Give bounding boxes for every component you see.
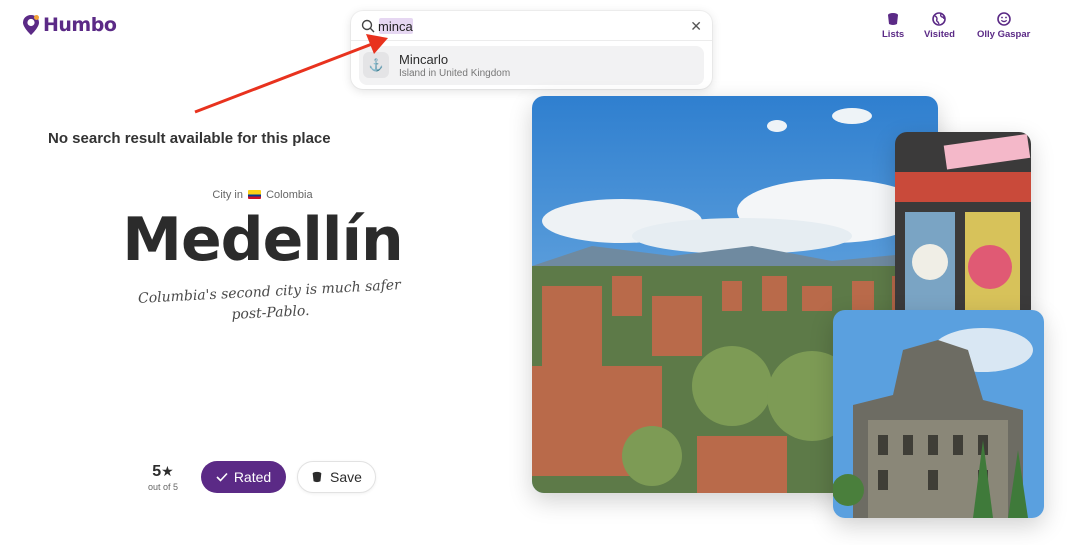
rating-summary: 5★ out of 5 — [144, 463, 182, 492]
nav-lists-label: Lists — [882, 29, 905, 40]
search-bar[interactable]: ✕ — [351, 11, 712, 41]
bucket-icon — [312, 471, 322, 483]
star-icon: ★ — [161, 463, 174, 479]
search-result-subtitle: Island in United Kingdom — [399, 68, 511, 79]
search-dropdown: ✕ ⚓ Mincarlo Island in United Kingdom — [351, 11, 712, 89]
nav-profile-label: Olly Gaspar — [977, 29, 1031, 40]
page-title: Medellín — [122, 205, 403, 275]
rating-value: 5 — [152, 463, 162, 480]
save-button-label: Save — [330, 469, 362, 485]
place-type-prefix: City in — [212, 189, 243, 201]
nav-visited[interactable]: Visited — [924, 12, 955, 40]
smiley-icon — [996, 12, 1011, 26]
anchor-icon: ⚓ — [363, 52, 389, 78]
colombia-flag-icon — [248, 190, 262, 199]
nav-lists[interactable]: Lists — [882, 12, 904, 40]
nav-visited-label: Visited — [924, 29, 955, 40]
bucket-icon — [888, 13, 899, 25]
close-icon[interactable]: ✕ — [690, 17, 702, 35]
place-tagline: Columbia's second city is much safer pos… — [137, 277, 402, 324]
check-icon — [216, 472, 228, 482]
no-result-message: No search result available for this plac… — [48, 130, 331, 147]
globe-icon — [932, 12, 947, 26]
search-result-title: Mincarlo — [399, 52, 449, 67]
place-type: City in Colombia — [140, 189, 385, 201]
nav-profile[interactable]: Olly Gaspar — [977, 12, 1030, 40]
brand-name: Humbo — [43, 14, 117, 36]
pin-icon — [23, 15, 39, 35]
search-input[interactable] — [378, 17, 678, 35]
search-icon — [361, 19, 375, 33]
logo[interactable]: Humbo — [22, 14, 117, 36]
building-photo — [833, 310, 1044, 518]
save-button[interactable]: Save — [297, 461, 376, 493]
rated-button[interactable]: Rated — [201, 461, 286, 493]
street-art-photo — [895, 132, 1031, 321]
search-result-item[interactable]: ⚓ Mincarlo Island in United Kingdom — [359, 46, 704, 85]
place-country: Colombia — [266, 189, 313, 201]
rating-scale: out of 5 — [147, 482, 179, 492]
rated-button-label: Rated — [233, 469, 272, 485]
